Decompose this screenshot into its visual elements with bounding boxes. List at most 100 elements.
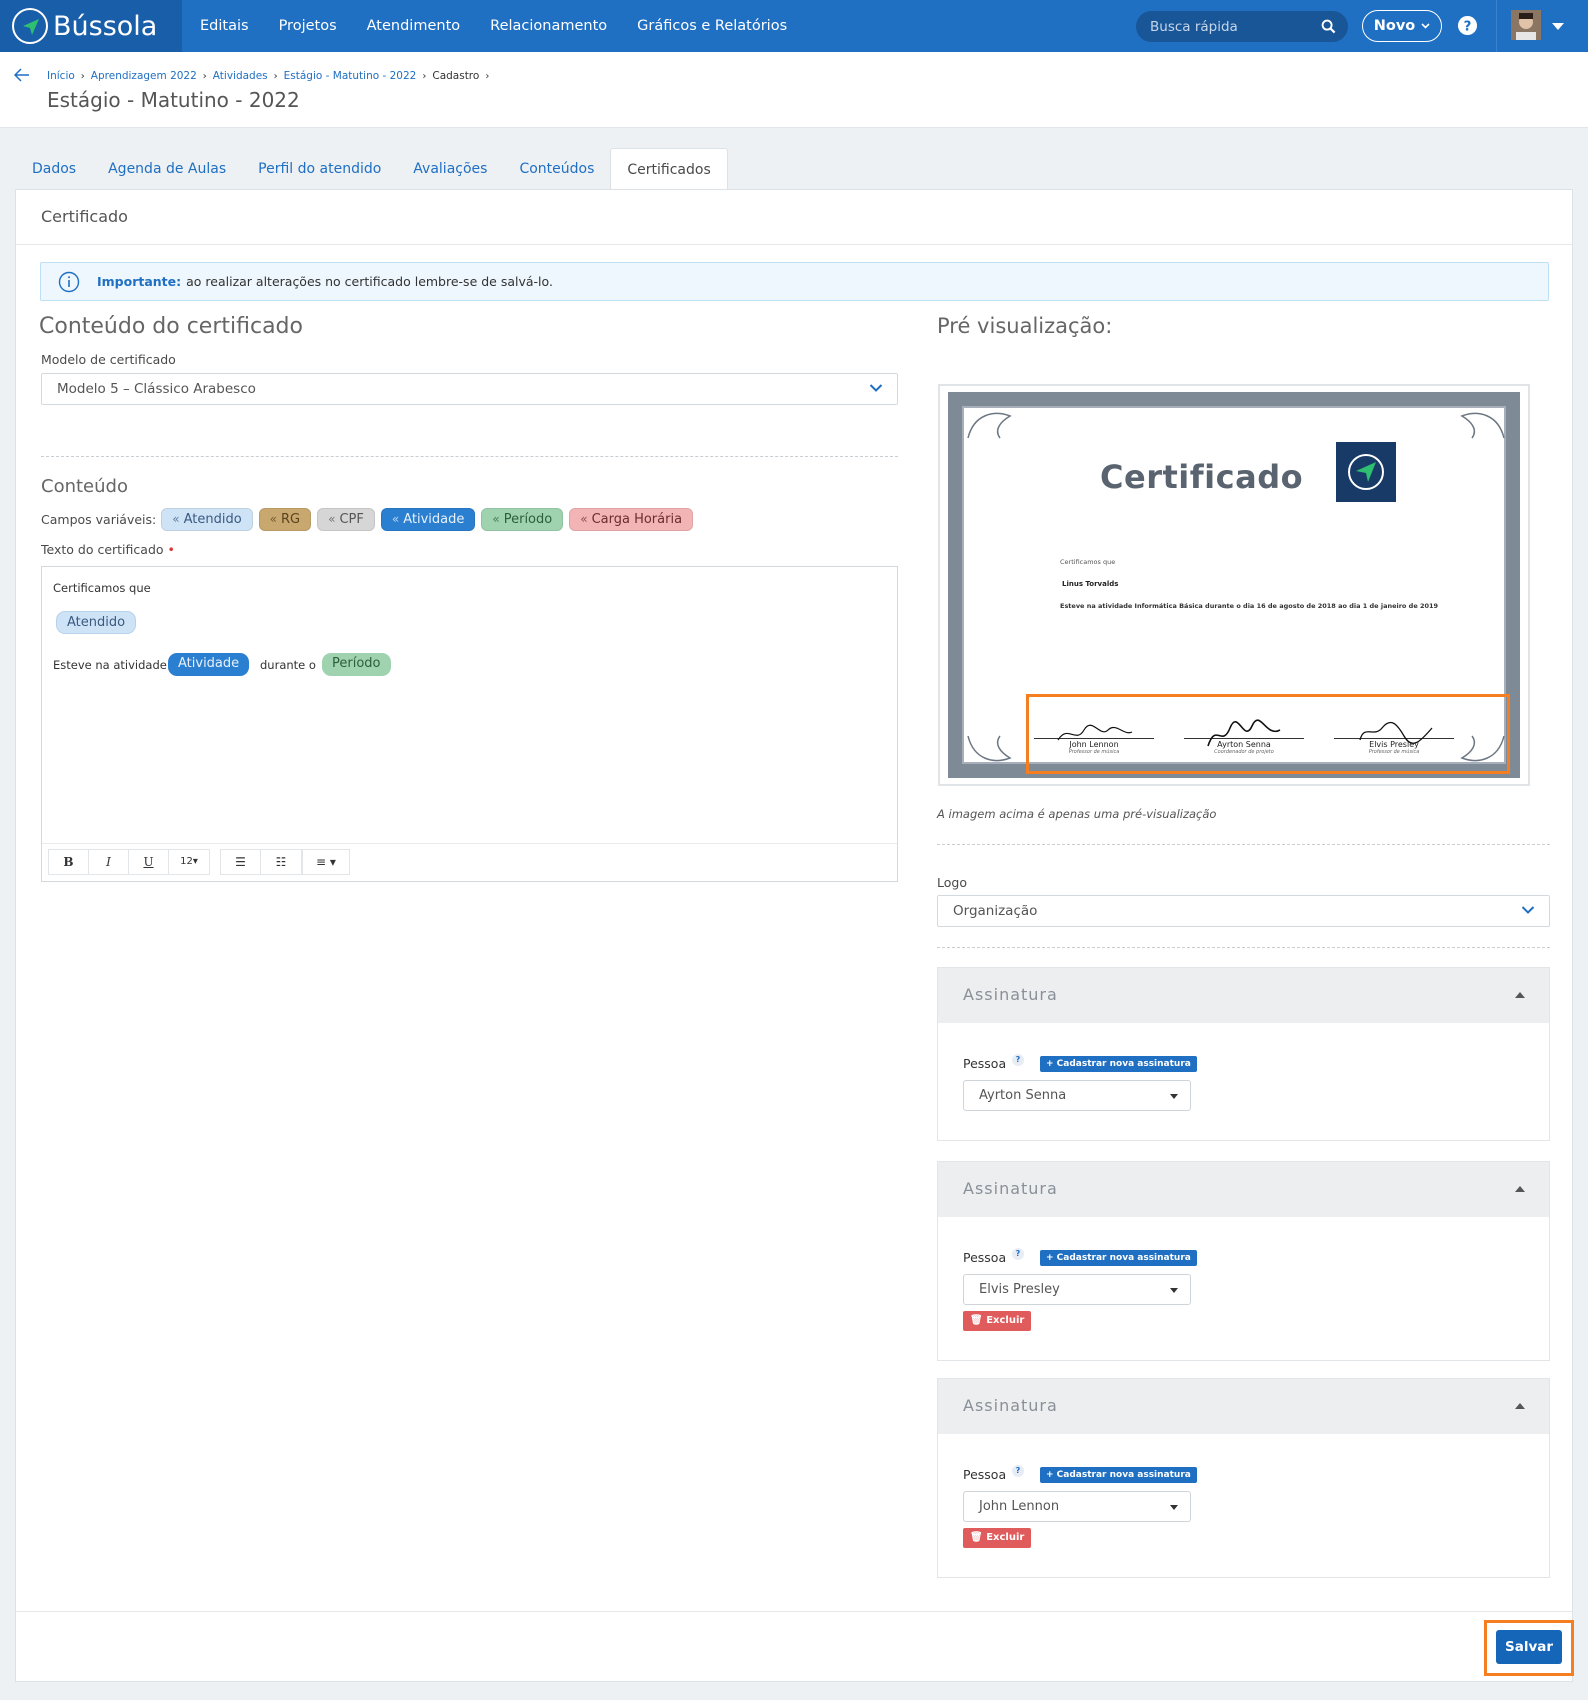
double-chevron-left-icon: « (391, 512, 400, 526)
certificate-panel: Certificado Importante: ao realizar alter… (15, 189, 1574, 1682)
signature-card-2: Assinatura Pessoa ? + Cadastrar nova ass… (937, 1161, 1550, 1361)
caret-down-icon (1170, 1094, 1178, 1099)
signature-card-header[interactable]: Assinatura (938, 968, 1549, 1023)
person-label: Pessoa (963, 1056, 1007, 1071)
caret-up-icon[interactable] (1515, 1186, 1525, 1192)
chip-label: Carga Horária (591, 512, 683, 527)
svg-text:?: ? (1464, 19, 1472, 34)
tab-bar: Dados Agenda de Aulas Perfil do atendido… (16, 148, 728, 190)
editor-line-3-mid: durante o (260, 658, 316, 672)
editor-chip-atendido[interactable]: Atendido (56, 611, 137, 634)
certificate-name: Linus Torvalds (1062, 580, 1119, 588)
caret-up-icon[interactable] (1515, 992, 1525, 998)
help-icon[interactable]: ? (1012, 1248, 1024, 1260)
info-icon (58, 271, 80, 292)
chip-periodo[interactable]: «Período (481, 508, 564, 531)
nav-atendimento[interactable]: Atendimento (367, 18, 461, 34)
person-label: Pessoa (963, 1467, 1007, 1482)
required-marker: • (167, 542, 175, 557)
unordered-list-button[interactable]: ☰ (221, 850, 261, 874)
chip-atendido[interactable]: «Atendido (161, 508, 253, 531)
breadcrumb-atividades[interactable]: Atividades (213, 70, 268, 82)
tab-agenda-de-aulas[interactable]: Agenda de Aulas (92, 148, 242, 190)
help-icon[interactable]: ? (1457, 15, 1478, 36)
help-icon[interactable]: ? (1012, 1465, 1024, 1477)
breadcrumb-inicio[interactable]: Início (47, 70, 75, 82)
alert-message: Importante: ao realizar alterações no cer… (97, 274, 553, 289)
novo-button[interactable]: Novo (1362, 10, 1442, 42)
compass-logo-icon (12, 8, 48, 44)
editor-chip-atividade[interactable]: Atividade (168, 653, 250, 676)
person-select[interactable]: John Lennon (963, 1491, 1191, 1522)
signature-card-1: Assinatura Pessoa ? + Cadastrar nova ass… (937, 967, 1550, 1141)
chip-carga-horaria[interactable]: «Carga Horária (569, 508, 694, 531)
avatar[interactable] (1511, 10, 1541, 40)
chip-atividade[interactable]: «Atividade (380, 508, 476, 531)
nav-projetos[interactable]: Projetos (279, 18, 337, 34)
editor-toolbar: B I U 12▾ ☰ ☷ ≡ ▾ (42, 843, 897, 881)
nav-graficos-relatorios[interactable]: Gráficos e Relatórios (637, 18, 787, 34)
search-input[interactable] (1150, 16, 1320, 37)
breadcrumb-aprendizagem[interactable]: Aprendizagem 2022 (91, 70, 197, 82)
brand[interactable]: Bússola (0, 0, 182, 52)
preview-note: A imagem acima é apenas uma pré-visualiz… (937, 807, 1217, 821)
chip-rg[interactable]: «RG (258, 508, 312, 531)
page-title: Estágio - Matutino - 2022 (47, 88, 300, 112)
format-group: B I U 12▾ (48, 849, 210, 875)
help-icon[interactable]: ? (1012, 1054, 1024, 1066)
new-signature-button[interactable]: + Cadastrar nova assinatura (1040, 1056, 1197, 1072)
underline-button[interactable]: U (129, 850, 169, 874)
signature-card-header[interactable]: Assinatura (938, 1162, 1549, 1217)
alert-strong: Importante: (97, 274, 182, 289)
new-signature-button[interactable]: + Cadastrar nova assinatura (1040, 1250, 1197, 1266)
editor-line-1: Certificamos que (53, 581, 151, 595)
ordered-list-button[interactable]: ☷ (261, 850, 301, 874)
page-header: Início › Aprendizagem 2022 › Atividades › E… (0, 52, 1588, 128)
person-select-value: Elvis Presley (979, 1282, 1060, 1297)
model-select[interactable]: Modelo 5 – Clássico Arabesco (41, 373, 898, 405)
tab-certificados[interactable]: Certificados (610, 148, 728, 190)
tab-avaliacoes[interactable]: Avaliações (397, 148, 503, 190)
person-select[interactable]: Ayrton Senna (963, 1080, 1191, 1111)
caret-down-icon[interactable] (1552, 23, 1564, 30)
text-label-text: Texto do certificado (41, 542, 164, 557)
nav-relacionamento[interactable]: Relacionamento (490, 18, 607, 34)
person-label: Pessoa (963, 1250, 1007, 1265)
new-signature-button[interactable]: + Cadastrar nova assinatura (1040, 1467, 1197, 1483)
logo-select[interactable]: Organização (937, 895, 1550, 927)
chip-label: Atendido (183, 512, 242, 527)
back-arrow-icon[interactable] (14, 68, 30, 82)
list-group: ☰ ☷ (220, 849, 302, 875)
dashed-divider (937, 844, 1550, 845)
tab-perfil-do-atendido[interactable]: Perfil do atendido (242, 148, 397, 190)
certificate-text-editor[interactable]: Certificamos que Atendido Esteve na ativ… (41, 566, 898, 882)
nav-editais[interactable]: Editais (200, 18, 249, 34)
trash-icon: 🗑 (970, 1315, 983, 1326)
tab-dados[interactable]: Dados (16, 148, 92, 190)
bold-button[interactable]: B (49, 850, 89, 874)
model-label: Modelo de certificado (41, 352, 176, 367)
italic-button[interactable]: I (89, 850, 129, 874)
delete-signature-button[interactable]: 🗑 Excluir (963, 1528, 1032, 1548)
breadcrumb-estagio[interactable]: Estágio - Matutino - 2022 (284, 70, 417, 82)
delete-label: Excluir (986, 1532, 1025, 1543)
signature-card-header[interactable]: Assinatura (938, 1379, 1549, 1434)
editor-chip-periodo[interactable]: Período (322, 653, 391, 676)
tab-conteudos[interactable]: Conteúdos (503, 148, 610, 190)
delete-signature-button[interactable]: 🗑 Excluir (963, 1311, 1032, 1331)
save-button[interactable]: Salvar (1496, 1630, 1562, 1664)
conteudo-heading: Conteúdo (41, 476, 128, 497)
variable-fields-label: Campos variáveis: (41, 512, 157, 527)
caret-up-icon[interactable] (1515, 1403, 1525, 1409)
main-nav: Editais Projetos Atendimento Relacioname… (200, 0, 817, 52)
breadcrumb-separator: › (485, 70, 490, 82)
text-label: Texto do certificado • (41, 542, 175, 557)
person-select[interactable]: Elvis Presley (963, 1274, 1191, 1305)
chip-cpf[interactable]: «CPF (317, 508, 375, 531)
search-icon[interactable] (1321, 19, 1336, 34)
person-select-value: John Lennon (979, 1499, 1060, 1514)
font-size-button[interactable]: 12▾ (169, 850, 209, 874)
breadcrumb-separator: › (202, 70, 207, 82)
delete-label: Excluir (986, 1315, 1025, 1326)
align-button[interactable]: ≡ ▾ (303, 850, 349, 874)
